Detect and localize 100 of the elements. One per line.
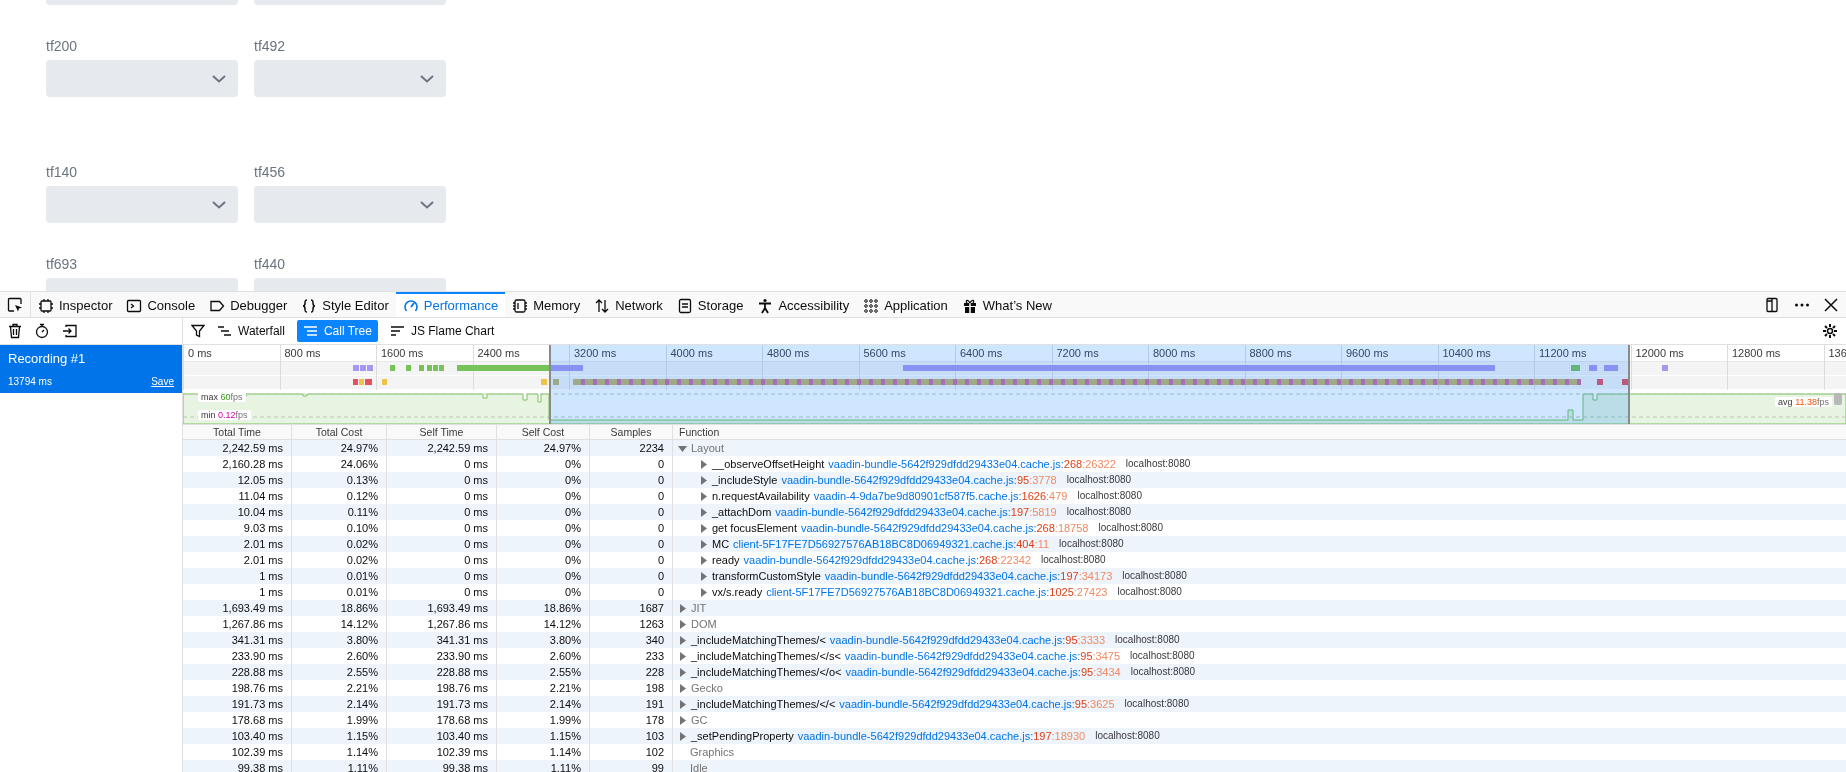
source-link[interactable]: vaadin-4-9da7be9d80901cf587f5.cache.js:1626:479 <box>813 488 1068 504</box>
dock-icon[interactable] <box>1764 296 1780 313</box>
caret-right-icon[interactable] <box>678 635 687 645</box>
tab[interactable]: Debugger <box>202 292 295 317</box>
view-tab[interactable]: JS Flame Chart <box>383 320 501 342</box>
caret-right-icon[interactable] <box>678 683 687 693</box>
caret-right-icon[interactable] <box>699 539 708 549</box>
table-cell: 99.38 ms <box>387 760 497 772</box>
category-name: Idle <box>690 761 708 772</box>
field-label: tf200 <box>46 38 78 55</box>
trash-icon[interactable] <box>8 323 22 339</box>
column-header[interactable]: Self Cost <box>497 425 590 439</box>
caret-right-icon[interactable] <box>678 715 687 725</box>
category-name: DOM <box>691 617 717 632</box>
tick-label: 2400 ms <box>477 347 520 359</box>
tick-label: 800 ms <box>284 347 321 359</box>
source-link[interactable]: vaadin-bundle-5642f929dfdd29433e04.cache.js:197:18930 <box>797 728 1086 744</box>
person-icon <box>757 297 774 314</box>
tab[interactable]: What’s New <box>954 292 1059 317</box>
recording-item[interactable]: Recording #1 13794 ms Save <box>0 345 182 393</box>
tab[interactable]: Memory <box>505 292 588 317</box>
caret-right-icon[interactable] <box>678 619 687 629</box>
recording-name: Recording #1 <box>8 351 86 366</box>
caret-right-icon[interactable] <box>699 491 708 501</box>
caret-right-icon[interactable] <box>699 555 708 565</box>
tab[interactable]: Performance <box>395 292 506 317</box>
gift-icon <box>961 297 978 314</box>
table-cell: 0 <box>590 472 673 488</box>
caret-down-icon[interactable] <box>678 443 687 453</box>
host-label: localhost:8080 <box>1115 633 1180 647</box>
caret-right-icon[interactable] <box>678 699 687 709</box>
gauge-icon <box>402 297 419 314</box>
table-cell: 0 <box>590 568 673 584</box>
scrollbar-thumb[interactable] <box>1834 393 1842 405</box>
caret-right-icon[interactable] <box>678 603 687 613</box>
field-label: tf492 <box>254 38 286 55</box>
source-link[interactable]: vaadin-bundle-5642f929dfdd29433e04.cache.js:268:18758 <box>801 520 1089 536</box>
tick-label: 11200 ms <box>1539 347 1587 359</box>
source-link[interactable]: vaadin-bundle-5642f929dfdd29433e04.cache.js:95:3625 <box>839 696 1115 712</box>
chevron-down-icon <box>420 200 434 209</box>
source-link[interactable]: vaadin-bundle-5642f929dfdd29433e04.cache.js:95:3434 <box>845 664 1121 680</box>
source-link[interactable]: client-5F17FE7D56927576AB18BC8D06949321.cache.js:404:11 <box>733 536 1050 552</box>
filter-icon[interactable] <box>191 324 205 338</box>
table-cell: 0 ms <box>387 472 497 488</box>
source-link[interactable]: vaadin-bundle-5642f929dfdd29433e04.cache.js:95:3333 <box>829 632 1106 648</box>
column-header[interactable]: Samples <box>590 425 673 439</box>
tick-label: 3200 ms <box>574 347 617 359</box>
table-cell: 1,693.49 ms <box>387 600 497 616</box>
caret-right-icon[interactable] <box>678 651 687 661</box>
caret-right-icon[interactable] <box>678 731 687 741</box>
caret-right-icon[interactable] <box>699 475 708 485</box>
function-name: __observeOffsetHeight <box>712 457 825 472</box>
column-header[interactable]: Function <box>673 425 1846 439</box>
view-tab[interactable]: Waterfall <box>211 320 291 342</box>
field-label: tf693 <box>46 256 78 273</box>
table-cell: 99.38 ms <box>183 760 292 772</box>
caret-right-icon[interactable] <box>678 667 687 677</box>
source-link[interactable]: vaadin-bundle-5642f929dfdd29433e04.cache.js:95:3475 <box>844 648 1121 664</box>
tab[interactable]: Network <box>587 292 670 317</box>
caret-right-icon[interactable] <box>699 459 708 469</box>
table-cell: 1.11% <box>292 760 387 772</box>
tab[interactable]: Accessibility <box>750 292 857 317</box>
host-label: localhost:8080 <box>1077 489 1142 503</box>
function-name: _attachDom <box>712 505 772 520</box>
source-link[interactable]: vaadin-bundle-5642f929dfdd29433e04.cache.js:197:5819 <box>775 504 1057 520</box>
table-cell: 103 <box>590 728 673 744</box>
close-icon[interactable] <box>1824 297 1838 312</box>
view-tab[interactable]: Call Tree <box>296 320 378 342</box>
flame-chart-icon <box>389 324 405 338</box>
caret-right-icon[interactable] <box>699 571 708 581</box>
pick-element-icon[interactable] <box>7 296 23 313</box>
selection-range[interactable] <box>549 345 1630 424</box>
table-cell: 228.88 ms <box>387 664 497 680</box>
tab[interactable]: Style Editor <box>294 292 396 317</box>
tab[interactable]: Console <box>119 292 203 317</box>
source-link[interactable]: vaadin-bundle-5642f929dfdd29433e04.cache.js:268:22342 <box>743 552 1031 568</box>
column-header[interactable]: Self Time <box>387 425 497 439</box>
caret-right-icon[interactable] <box>699 523 708 533</box>
import-icon[interactable] <box>62 323 78 339</box>
tick-label: 136 <box>1828 347 1846 359</box>
waterfall-icon <box>217 324 232 338</box>
caret-right-icon[interactable] <box>699 507 708 517</box>
settings-icon[interactable] <box>1822 323 1838 339</box>
function-name: transformCustomStyle <box>712 569 821 584</box>
source-link[interactable]: vaadin-bundle-5642f929dfdd29433e04.cache.js:197:34173 <box>824 568 1113 584</box>
source-link[interactable]: client-5F17FE7D56927576AB18BC8D06949321.cache.js:1025:27423 <box>766 584 1108 600</box>
function-name: get focusElement <box>712 521 797 536</box>
column-header[interactable]: Total Time <box>183 425 292 439</box>
tab[interactable]: Application <box>856 292 955 317</box>
stopwatch-icon[interactable] <box>34 323 50 339</box>
call-tree-icon <box>302 324 318 338</box>
table-cell: 18.86% <box>497 600 590 616</box>
tab[interactable]: Inspector <box>31 292 120 317</box>
save-link[interactable]: Save <box>151 376 174 387</box>
column-header[interactable]: Total Cost <box>292 425 387 439</box>
source-link[interactable]: vaadin-bundle-5642f929dfdd29433e04.cache.js:95:3778 <box>781 472 1057 488</box>
caret-right-icon[interactable] <box>699 587 708 597</box>
source-link[interactable]: vaadin-bundle-5642f929dfdd29433e04.cache.js:268:26322 <box>828 456 1116 472</box>
host-label: localhost:8080 <box>1122 569 1187 583</box>
tab[interactable]: Storage <box>669 292 751 317</box>
